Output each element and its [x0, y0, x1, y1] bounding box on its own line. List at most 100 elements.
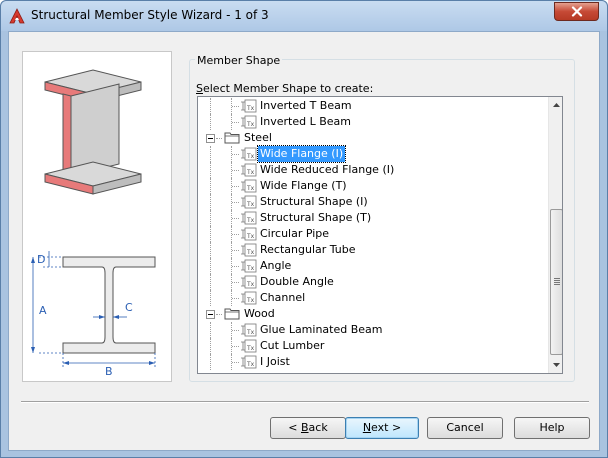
dim-label-d: D [37, 253, 45, 266]
collapse-icon[interactable] [206, 310, 215, 319]
member-style-icon: Tx [240, 98, 258, 114]
chevron-up-icon [553, 103, 560, 107]
svg-text:Tx: Tx [246, 249, 255, 256]
dialog-body: D A C B Member Shape Select Member Shape… [8, 31, 600, 451]
tree-item[interactable]: Tx Structural Shape (I) [198, 194, 546, 210]
member-shape-tree[interactable]: Tx Inverted T Beam Tx Inverted L Beam Steel T… [197, 96, 563, 374]
tree-item[interactable]: Tx I Joist [198, 354, 546, 370]
tree-connector [210, 226, 211, 242]
tree-item-label: Wide Flange (I) [256, 145, 347, 163]
close-icon [571, 6, 582, 17]
tree-item-label: Steel [244, 131, 272, 144]
thumb-grip [554, 278, 560, 279]
tree-connector [210, 258, 211, 274]
scroll-down-button[interactable] [549, 357, 562, 373]
svg-text:Tx: Tx [246, 201, 255, 208]
svg-text:Tx: Tx [246, 233, 255, 240]
next-button[interactable]: Next > [345, 417, 419, 439]
tree-item-label: I Joist [260, 355, 290, 368]
tree-folder-steel[interactable]: Steel [198, 130, 546, 146]
svg-text:Tx: Tx [246, 121, 255, 128]
svg-text:Tx: Tx [246, 217, 255, 224]
tree-item-label: Circular Pipe [260, 227, 330, 240]
wide-flange-3d-illustration [44, 69, 142, 195]
tree-connector [210, 290, 211, 306]
member-style-icon: Tx [240, 338, 258, 354]
member-style-icon: Tx [240, 162, 258, 178]
wizard-window: Structural Member Style Wizard - 1 of 3 [0, 0, 608, 458]
folder-icon [224, 130, 242, 146]
thumb-grip [554, 282, 560, 283]
tree-item[interactable]: Tx Wide Flange (I) [198, 145, 546, 163]
tree-connector [232, 122, 239, 123]
tree-connector [210, 194, 211, 210]
tree-connector [232, 106, 239, 107]
tree-item[interactable]: Tx Wide Reduced Flange (I) [198, 162, 546, 178]
tree-item-label: Angle [260, 259, 292, 272]
button-separator [21, 401, 589, 403]
tree-connector [210, 274, 211, 290]
svg-text:Tx: Tx [246, 329, 255, 336]
tree-item[interactable]: Tx Cut Lumber [198, 338, 546, 354]
tree-item-label: Inverted T Beam [260, 99, 352, 112]
tree-item-label: Wood [244, 307, 275, 320]
tree-item-label: Double Angle [260, 275, 334, 288]
member-style-icon: Tx [240, 290, 258, 306]
member-style-icon: Tx [240, 194, 258, 210]
tree-item[interactable]: Tx Structural Shape (T) [198, 210, 546, 226]
tree-connector [210, 242, 211, 258]
close-button[interactable] [554, 2, 599, 21]
cancel-button[interactable]: Cancel [427, 417, 503, 439]
tree-connector [232, 298, 239, 299]
tree-scrollbar[interactable] [548, 97, 562, 373]
help-button[interactable]: Help [514, 417, 590, 439]
back-button[interactable]: < Back [270, 417, 346, 439]
tree-connector [232, 186, 239, 187]
tree-item[interactable]: Tx Double Angle [198, 274, 546, 290]
tree-item-label: Structural Shape (I) [260, 195, 368, 208]
svg-text:Tx: Tx [246, 169, 255, 176]
tree-item[interactable]: Tx Inverted T Beam [198, 98, 546, 114]
svg-text:Tx: Tx [246, 105, 255, 112]
tree-connector [216, 314, 222, 315]
member-style-icon: Tx [240, 226, 258, 242]
shape-preview-panel: D A C B [22, 51, 172, 382]
tree-item-label: Wide Reduced Flange (I) [260, 163, 395, 176]
tree-item[interactable]: Tx Rectangular Tube [198, 242, 546, 258]
tree-connector [216, 138, 222, 139]
member-shape-group-label: Member Shape [195, 54, 283, 67]
tree-connector [232, 218, 239, 219]
member-style-icon: Tx [240, 242, 258, 258]
tree-connector [232, 330, 239, 331]
dim-label-a: A [39, 304, 47, 317]
member-style-icon: Tx [240, 178, 258, 194]
scroll-up-button[interactable] [549, 97, 562, 113]
tree-item[interactable]: Tx Glue Laminated Beam [198, 322, 546, 338]
tree-connector [232, 250, 239, 251]
tree-connector [232, 282, 239, 283]
tree-item[interactable]: Tx Angle [198, 258, 546, 274]
tree-item[interactable]: Tx Inverted L Beam [198, 114, 546, 130]
tree-item[interactable]: Tx Circular Pipe [198, 226, 546, 242]
tree-item-label: Rectangular Tube [260, 243, 356, 256]
title-bar[interactable]: Structural Member Style Wizard - 1 of 3 [1, 1, 607, 31]
member-style-icon: Tx [240, 258, 258, 274]
tree-item[interactable]: Tx Channel [198, 290, 546, 306]
autocad-logo-icon [9, 8, 25, 24]
scroll-thumb[interactable] [550, 209, 562, 355]
tree-folder-wood[interactable]: Wood [198, 306, 546, 322]
tree-connector [232, 346, 239, 347]
dim-label-c: C [125, 301, 133, 314]
tree-connector [210, 210, 211, 226]
tree-connector [210, 178, 211, 194]
tree-item[interactable]: Tx Wide Flange (T) [198, 178, 546, 194]
thumb-grip [554, 284, 560, 285]
dim-label-b: B [105, 365, 113, 377]
svg-text:Tx: Tx [246, 153, 255, 160]
member-style-icon: Tx [240, 274, 258, 290]
collapse-icon[interactable] [206, 134, 215, 143]
thumb-grip [554, 280, 560, 281]
tree-connector [232, 154, 239, 155]
tree-connector [210, 114, 211, 130]
tree-connector [232, 234, 239, 235]
